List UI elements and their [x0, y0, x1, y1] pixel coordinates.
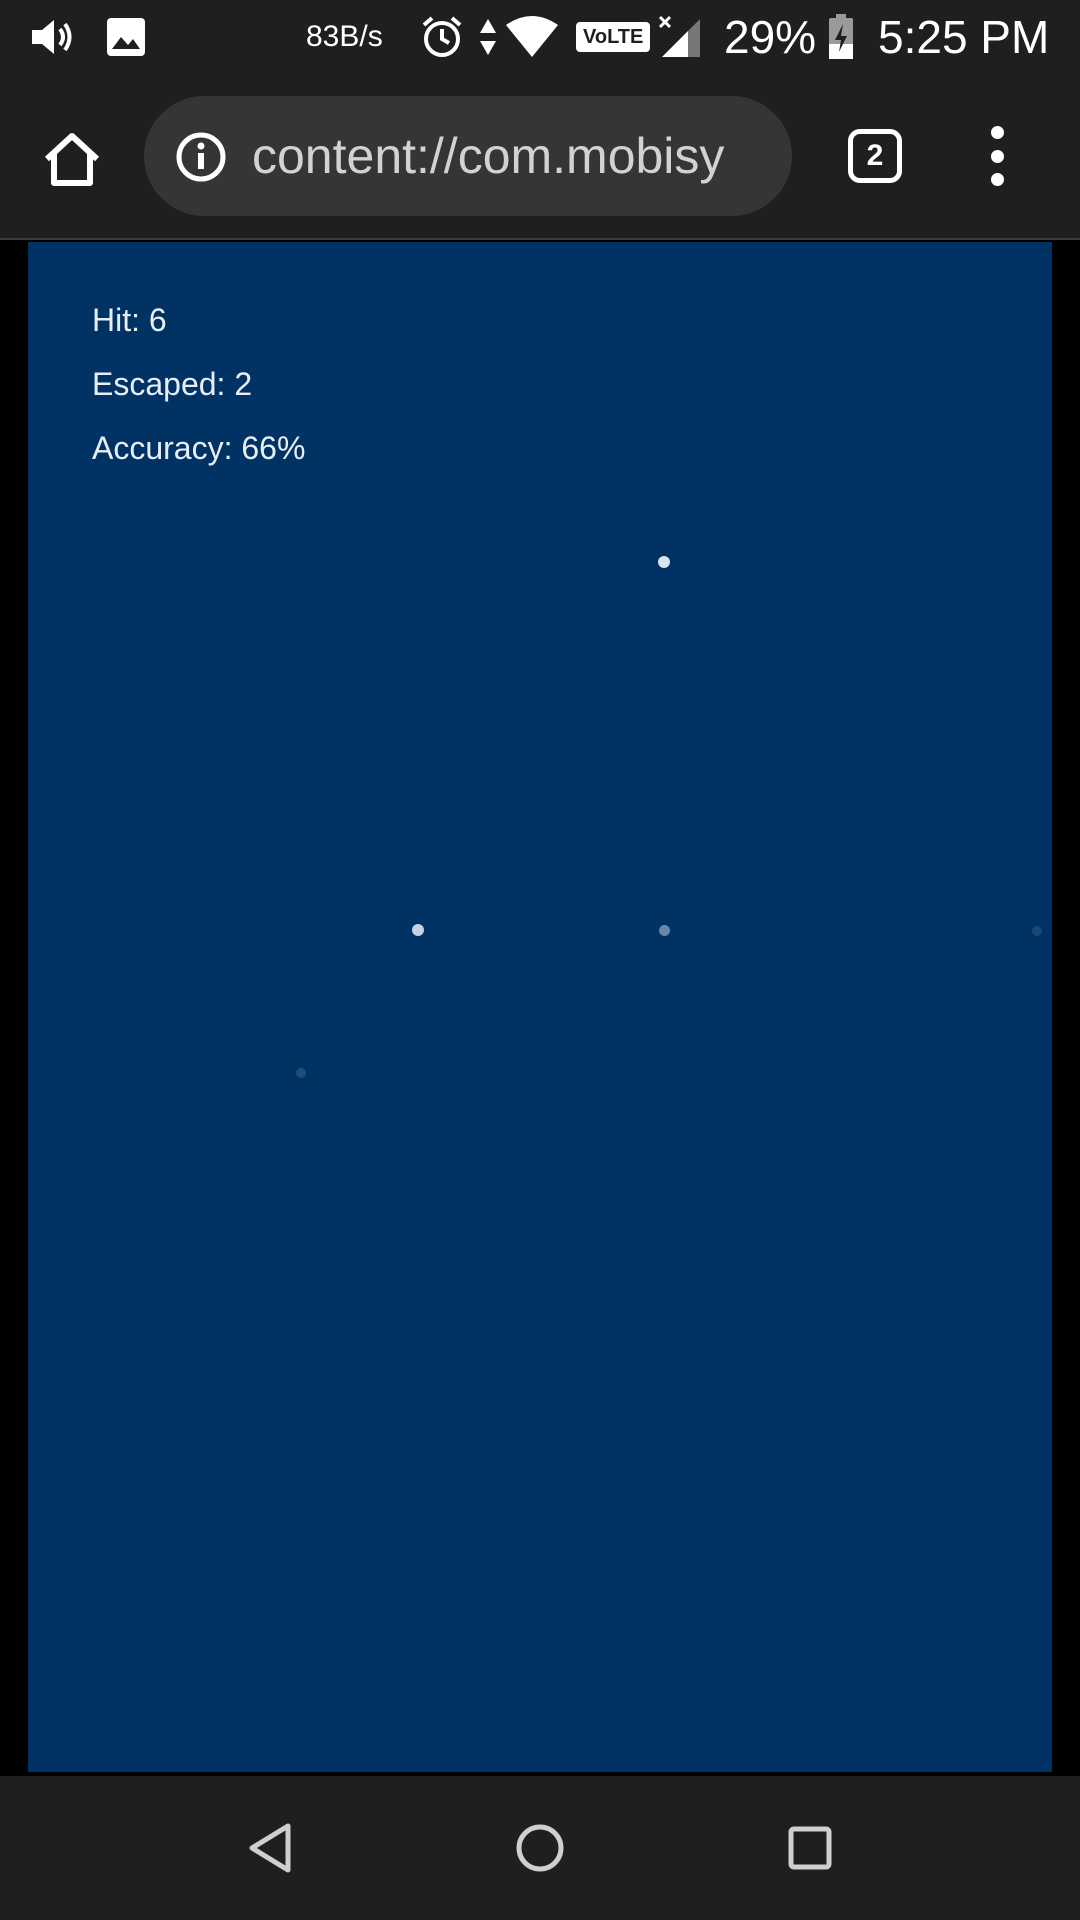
- game-canvas[interactable]: Hit: 6 Escaped: 2 Accuracy: 66%: [28, 242, 1052, 1772]
- clock: 5:25 PM: [878, 11, 1050, 63]
- signal-icon: [658, 0, 702, 74]
- url-text[interactable]: content://com.mobisy: [252, 96, 772, 216]
- data-arrows-icon: [478, 0, 498, 74]
- target-dot[interactable]: [659, 925, 670, 936]
- home-icon: [44, 133, 100, 186]
- home-circle-icon: [516, 1824, 564, 1872]
- battery-percent: 29%: [724, 11, 817, 63]
- url-bar[interactable]: content://com.mobisy: [144, 96, 792, 216]
- more-vert-icon[interactable]: [970, 126, 1024, 186]
- target-dot[interactable]: [1032, 926, 1042, 936]
- recents-button[interactable]: [774, 1812, 846, 1884]
- page-margin-right: [1052, 240, 1080, 1774]
- net-speed: 83B/s: [306, 20, 383, 53]
- browser-toolbar: content://com.mobisy 2: [0, 74, 1080, 240]
- info-icon[interactable]: [176, 132, 226, 182]
- accuracy-readout: Accuracy: 66%: [92, 430, 306, 466]
- wifi-icon: [504, 0, 560, 74]
- status-bar: 83B/s VoLTE 29% 5:25 PM: [0, 0, 1080, 74]
- back-button[interactable]: [234, 1812, 306, 1884]
- home-button[interactable]: [30, 118, 114, 202]
- recents-icon: [788, 1826, 832, 1870]
- battery-icon: [828, 0, 854, 74]
- alarm-icon: [420, 0, 464, 74]
- target-dot[interactable]: [412, 924, 424, 936]
- image-icon: [106, 0, 146, 74]
- hit-counter: Hit: 6: [92, 302, 167, 338]
- tabs-button[interactable]: 2: [848, 129, 902, 183]
- target-dot[interactable]: [296, 1068, 306, 1078]
- back-icon: [249, 1823, 291, 1873]
- volte-icon: VoLTE: [576, 0, 651, 74]
- tab-count: 2: [866, 139, 884, 172]
- system-nav-bar: [0, 1776, 1080, 1920]
- volume-icon: [30, 0, 74, 74]
- target-dot[interactable]: [658, 556, 670, 568]
- escaped-counter: Escaped: 2: [92, 366, 253, 402]
- volte-badge: VoLTE: [576, 22, 651, 52]
- home-nav-button[interactable]: [504, 1812, 576, 1884]
- page-margin-left: [0, 240, 28, 1774]
